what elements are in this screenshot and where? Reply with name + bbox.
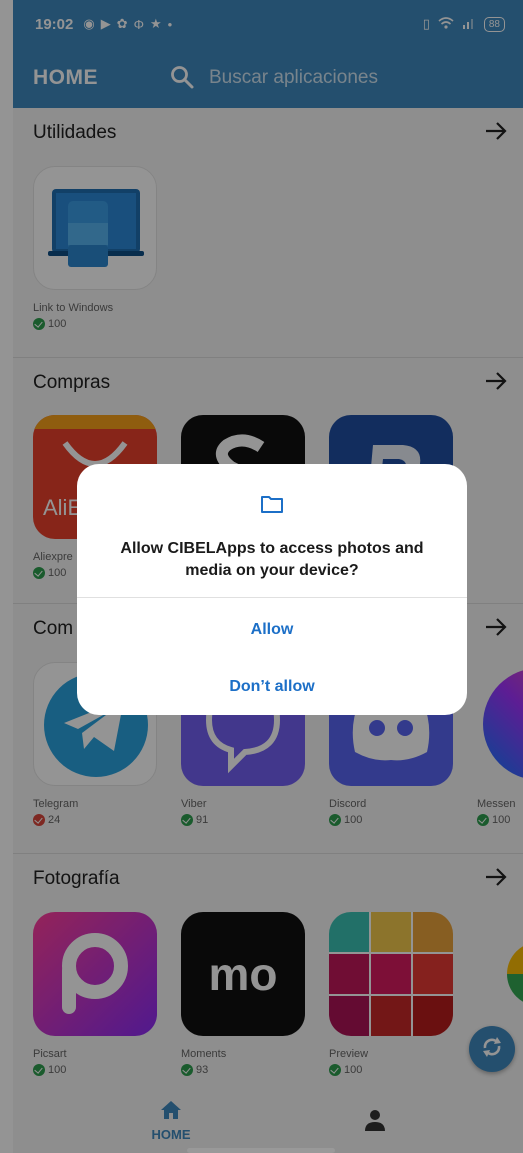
dialog-message: Allow CIBELApps to access photos and med… xyxy=(120,540,424,579)
folder-icon xyxy=(260,492,284,516)
permission-dialog: Allow CIBELApps to access photos and med… xyxy=(77,464,467,715)
divider xyxy=(77,597,467,598)
dont-allow-button[interactable]: Don’t allow xyxy=(77,671,467,703)
home-indicator[interactable] xyxy=(187,1148,335,1153)
allow-button[interactable]: Allow xyxy=(77,614,467,646)
